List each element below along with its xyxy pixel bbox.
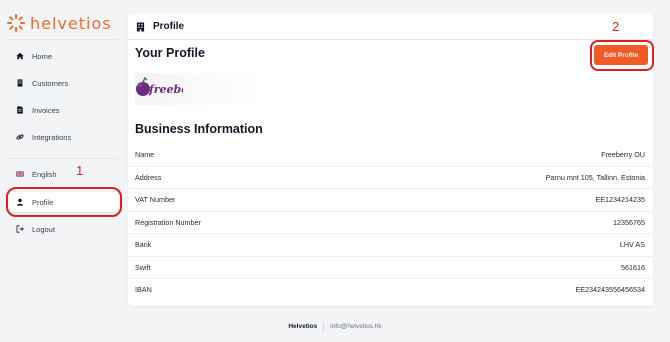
info-key: Registration Number <box>135 217 201 227</box>
page-title: Profile <box>153 21 185 32</box>
sidebar-item-label: Customers <box>32 78 69 88</box>
info-value: Freeberry OU <box>601 149 645 159</box>
language-label: English <box>32 169 57 179</box>
info-key: VAT Number <box>135 195 176 205</box>
annotation-step-1: 1 <box>76 163 84 178</box>
sidebar-item-label: Invoices <box>32 105 60 115</box>
sun-logo-icon <box>6 13 26 33</box>
footer: Helvetios info@helvetios.hk <box>0 322 670 331</box>
footer-brand: Helvetios <box>288 323 318 330</box>
footer-divider <box>323 322 325 331</box>
sidebar-item-integrations[interactable]: Integrations <box>8 127 118 147</box>
company-logo-text: freeberry <box>148 83 183 96</box>
info-value: LHV AS <box>619 240 645 250</box>
info-key: Swift <box>135 262 151 272</box>
info-row-name: Name Freeberry OU <box>128 143 653 166</box>
section-heading-your-profile: Your Profile <box>135 46 205 60</box>
company-logo: freeberry <box>135 73 267 105</box>
info-value: EE1234214235 <box>595 195 645 205</box>
info-row-address: Address Parnu mnt 105, Tallinn, Estonia <box>128 165 653 189</box>
info-row-registration: Registration Number 12356765 <box>128 210 653 234</box>
footer-email-link[interactable]: info@helvetios.hk <box>330 323 381 330</box>
sidebar: helvetios Home Customers Invoices Integr… <box>0 0 118 342</box>
info-value: 561616 <box>621 262 645 272</box>
freeberry-logo-icon: freeberry <box>136 76 183 96</box>
section-heading-business: Business Information <box>135 122 263 136</box>
profile-card: Profile Your Profile Edit Profile freebe… <box>128 14 654 306</box>
app-logo[interactable]: helvetios <box>6 12 112 34</box>
info-row-bank: Bank LHV AS <box>128 233 653 256</box>
info-row-iban: IBAN EE234243556456534 <box>128 278 653 301</box>
info-value: 12356765 <box>613 217 645 227</box>
sidebar-item-label: Integrations <box>32 132 72 142</box>
info-key: Bank <box>135 240 152 250</box>
info-key: IBAN <box>135 285 152 295</box>
sidebar-item-invoices[interactable]: Invoices <box>8 100 118 120</box>
sidebar-divider <box>8 39 118 40</box>
sidebar-item-label: Home <box>32 51 53 61</box>
sidebar-item-logout[interactable]: Logout <box>8 219 118 239</box>
card-header: Profile <box>136 21 184 32</box>
sidebar-divider <box>8 158 118 159</box>
building-icon <box>136 22 145 32</box>
document-icon <box>8 106 26 114</box>
sidebar-item-customers[interactable]: Customers <box>8 73 118 93</box>
business-info-table: Name Freeberry OU Address Parnu mnt 105,… <box>128 143 653 301</box>
sidebar-item-label: Logout <box>32 224 55 234</box>
info-key: Name <box>135 149 155 159</box>
link-icon <box>8 133 26 141</box>
info-value: EE234243556456534 <box>575 285 645 295</box>
app-name: helvetios <box>30 13 112 33</box>
uk-flag-icon <box>8 170 26 178</box>
info-row-swift: Swift 561616 <box>128 255 653 279</box>
sidebar-item-home[interactable]: Home <box>8 46 118 66</box>
info-value: Parnu mnt 105, Tallinn, Estonia <box>545 172 645 182</box>
home-icon <box>8 52 26 60</box>
annotation-highlight-profile <box>6 187 122 217</box>
logout-icon <box>8 225 26 233</box>
info-key: Address <box>135 172 162 182</box>
edit-profile-button[interactable]: Edit Profile <box>594 45 648 65</box>
info-row-vat: VAT Number EE1234214235 <box>128 188 653 211</box>
building-icon <box>8 79 26 87</box>
header-divider <box>128 39 653 40</box>
language-selector[interactable]: English <box>8 164 118 184</box>
annotation-step-2: 2 <box>612 19 620 34</box>
